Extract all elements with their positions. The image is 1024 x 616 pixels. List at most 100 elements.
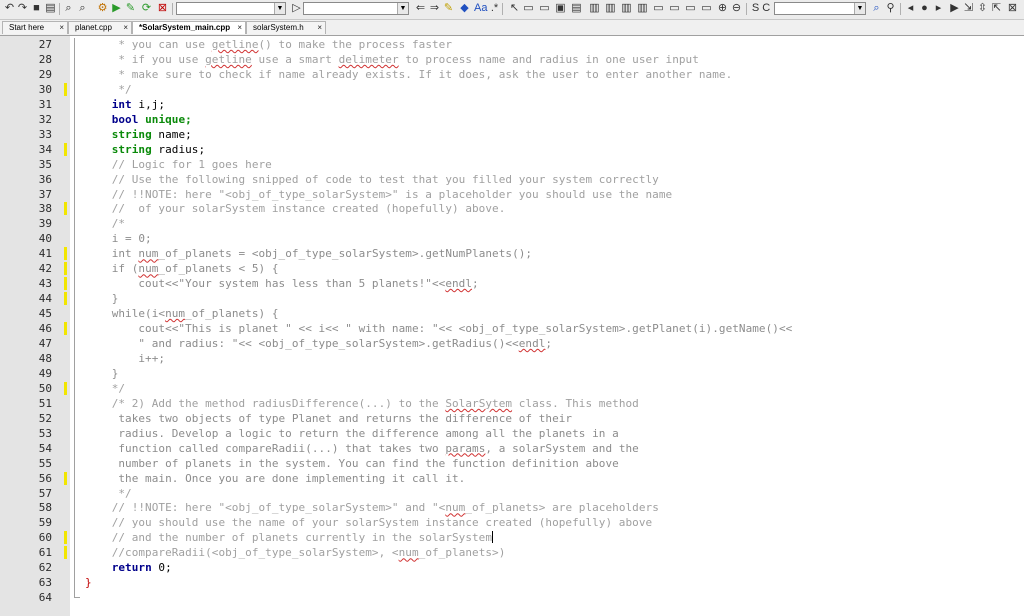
code-line[interactable]: * if you use getline use a smart delimet… — [85, 52, 699, 67]
close-icon[interactable]: × — [123, 22, 128, 34]
layout-icon[interactable]: ▥ — [620, 2, 633, 15]
step-into-icon[interactable]: ⇲ — [962, 2, 975, 15]
redo-icon[interactable]: ↷ — [16, 2, 29, 15]
line-number: 32 — [38, 112, 52, 126]
line-number: 49 — [38, 366, 52, 380]
code-line[interactable]: */ — [85, 82, 132, 97]
jump-icon[interactable]: ▷ — [290, 2, 303, 15]
arrow-left-icon[interactable]: ⇐ — [414, 2, 427, 15]
build-icon[interactable]: ⚙ — [96, 2, 109, 15]
layout-icon[interactable]: ▭ — [652, 2, 665, 15]
code-line[interactable]: /* 2) Add the method radiusDifference(..… — [85, 396, 639, 411]
code-line[interactable]: i++; — [85, 351, 165, 366]
code-line[interactable]: * you can use getline() to make the proc… — [85, 37, 452, 52]
code-line[interactable]: cout<<"Your system has less than 5 plane… — [85, 276, 479, 291]
fold-line — [74, 38, 75, 598]
wrap-icon[interactable]: .* — [488, 2, 501, 15]
code-line[interactable]: cout<<"This is planet " << i<< " with na… — [85, 321, 792, 336]
close-icon[interactable]: × — [237, 22, 242, 34]
close-icon[interactable]: × — [59, 22, 64, 34]
code-line[interactable]: int i,j; — [85, 97, 165, 112]
code-line[interactable]: } — [85, 291, 119, 306]
code-line[interactable]: number of planets in the system. You can… — [85, 456, 619, 471]
code-line[interactable]: //compareRadii(<obj_of_type_solarSystem>… — [85, 545, 506, 560]
window-icon[interactable]: ▤ — [570, 2, 583, 15]
stop-icon[interactable]: ⊠ — [156, 2, 169, 15]
code-line[interactable]: return 0; — [85, 560, 172, 575]
code-line[interactable]: bool unique; — [85, 112, 192, 127]
debug-next-icon[interactable]: ▸ — [932, 2, 945, 15]
pointer-icon[interactable]: ↖ — [508, 2, 521, 15]
line-number: 41 — [38, 247, 52, 261]
save-icon[interactable]: ■ — [30, 2, 43, 15]
code-line[interactable]: radius. Develop a logic to return the di… — [85, 426, 619, 441]
layout-icon[interactable]: ▥ — [604, 2, 617, 15]
code-line[interactable]: // you should use the name of your solar… — [85, 515, 652, 530]
search-icon[interactable]: ⌕ — [62, 2, 75, 15]
find-combo[interactable]: ▼ — [774, 2, 866, 15]
window-icon[interactable]: ▣ — [554, 2, 567, 15]
code-line[interactable]: int num_of_planets = <obj_of_type_solarS… — [85, 246, 532, 261]
symbol-select[interactable]: ▼ — [303, 2, 409, 15]
line-number: 51 — [38, 396, 52, 410]
line-number: 48 — [38, 351, 52, 365]
code-line[interactable]: // of your solarSystem instance created … — [85, 201, 506, 216]
tab-solarsystem-h[interactable]: solarSystem.h × — [246, 21, 326, 34]
zoom-in-icon[interactable]: ⊕ — [716, 2, 729, 15]
code-line[interactable]: } — [85, 575, 92, 590]
arrow-right-icon[interactable]: ⇒ — [428, 2, 441, 15]
window-icon[interactable]: ▭ — [522, 2, 535, 15]
code-line[interactable]: string radius; — [85, 142, 205, 157]
close-icon[interactable]: × — [317, 22, 322, 34]
window-icon[interactable]: ▭ — [538, 2, 551, 15]
code-line[interactable]: // and the number of planets currently i… — [85, 530, 494, 545]
tab-start-here[interactable]: Start here × — [2, 21, 68, 34]
step-out-icon[interactable]: ⇱ — [990, 2, 1003, 15]
code-line[interactable]: * make sure to check if name already exi… — [85, 67, 732, 82]
tab-planet-cpp[interactable]: planet.cpp × — [68, 21, 132, 34]
code-line[interactable]: */ — [85, 381, 125, 396]
code-line[interactable]: */ — [85, 486, 132, 501]
code-line[interactable]: // !!NOTE: here "<obj_of_type_solarSyste… — [85, 500, 659, 515]
layout-icon[interactable]: ▭ — [700, 2, 713, 15]
layout-icon[interactable]: ▥ — [636, 2, 649, 15]
build-target-select[interactable]: ▼ — [176, 2, 286, 15]
layout-icon[interactable]: ▭ — [684, 2, 697, 15]
code-line[interactable]: if (num_of_planets < 5) { — [85, 261, 279, 276]
line-number: 63 — [38, 576, 52, 590]
step-over-icon[interactable]: ⇳ — [976, 2, 989, 15]
code-line[interactable]: function called compareRadii(...) that t… — [85, 441, 639, 456]
code-line[interactable]: // Use the following snipped of code to … — [85, 172, 659, 187]
code-line[interactable]: } — [85, 366, 119, 381]
tab-solarsystem-main-cpp[interactable]: *SolarSystem_main.cpp × — [132, 21, 246, 34]
code-line[interactable]: the main. Once you are done implementing… — [85, 471, 465, 486]
copy-icon[interactable]: ▤ — [44, 2, 57, 15]
code-line[interactable]: // Logic for 1 goes here — [85, 157, 272, 172]
highlight-icon[interactable]: ✎ — [442, 2, 455, 15]
code-line[interactable]: string name; — [85, 127, 192, 142]
find-icon[interactable]: ⌕ — [870, 2, 883, 15]
find-options-icon[interactable]: ⚲ — [884, 2, 897, 15]
layout-icon[interactable]: ▭ — [668, 2, 681, 15]
debug-dot-icon[interactable]: ● — [918, 2, 931, 15]
code-line[interactable]: while(i<num_of_planets) { — [85, 306, 279, 321]
debug-stop-icon[interactable]: ⊠ — [1006, 2, 1019, 15]
run-icon[interactable]: ▶ — [110, 2, 123, 15]
layout-icon[interactable]: ▥ — [588, 2, 601, 15]
rebuild-icon[interactable]: ⟳ — [140, 2, 153, 15]
zoom-out-icon[interactable]: ⊖ — [730, 2, 743, 15]
debug-run-icon[interactable]: ▶ — [948, 2, 961, 15]
undo-icon[interactable]: ↶ — [3, 2, 16, 15]
build-run-icon[interactable]: ✎ — [124, 2, 137, 15]
code-line[interactable]: takes two objects of type Planet and ret… — [85, 411, 572, 426]
debug-prev-icon[interactable]: ◂ — [904, 2, 917, 15]
replace-icon[interactable]: ⌕ — [76, 2, 89, 15]
code-line[interactable]: /* — [85, 216, 125, 231]
regex-icon[interactable]: Aa — [474, 2, 487, 15]
change-marker — [64, 546, 67, 560]
bookmark-icon[interactable]: ◆ — [458, 2, 471, 15]
code-line[interactable]: " and radius: "<< <obj_of_type_solarSyst… — [85, 336, 552, 351]
code-line[interactable]: // !!NOTE: here "<obj_of_type_solarSyste… — [85, 187, 672, 202]
code-line[interactable]: i = 0; — [85, 231, 152, 246]
fold-end-marker — [74, 597, 80, 598]
